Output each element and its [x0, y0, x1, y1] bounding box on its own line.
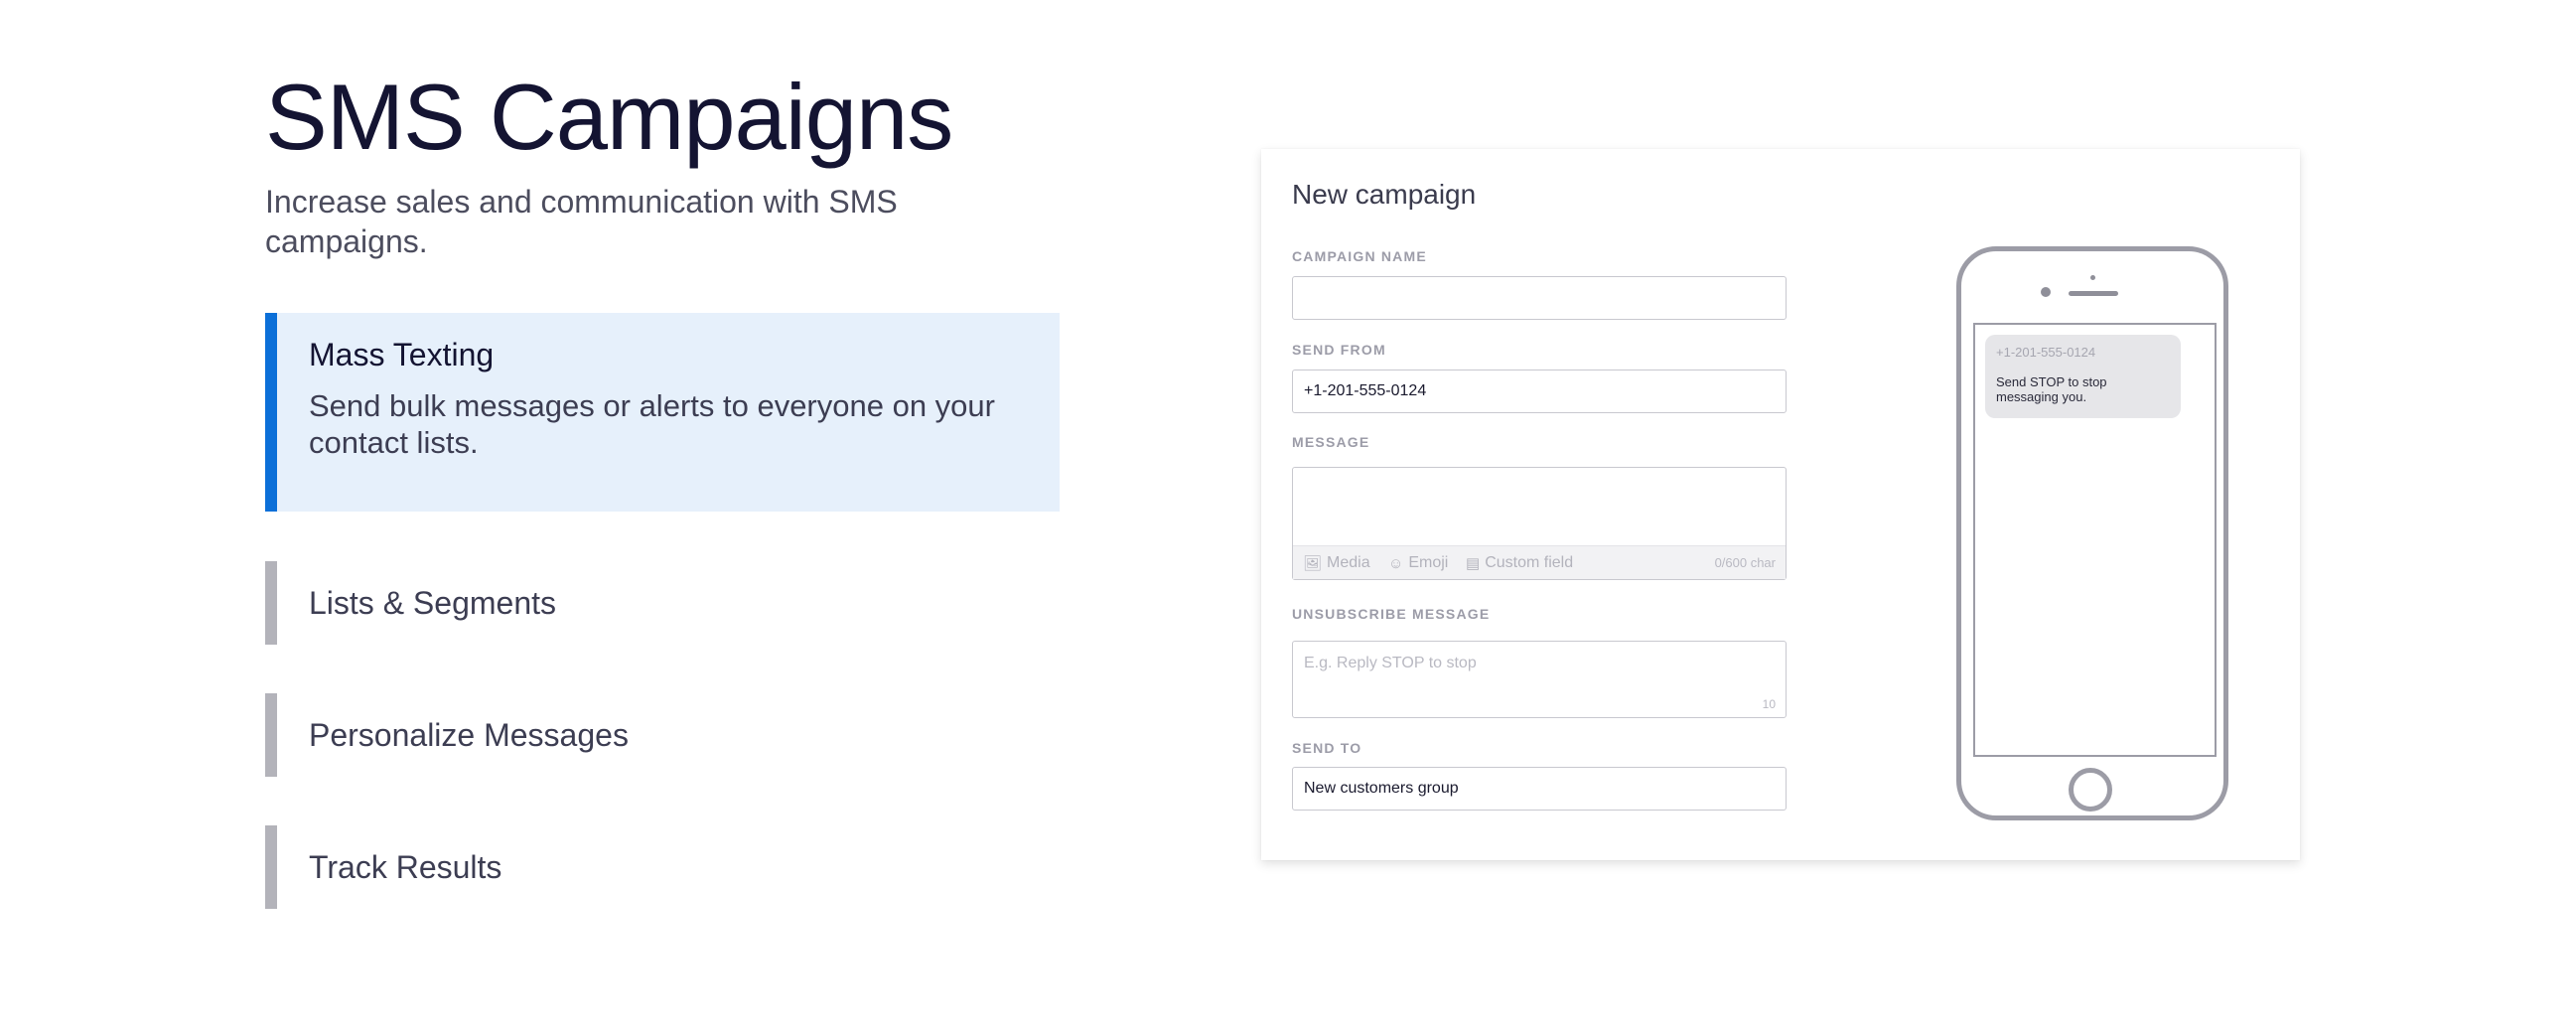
media-label: Media [1327, 554, 1370, 571]
send-to-select[interactable]: New customers group [1292, 767, 1787, 811]
custom-field-icon: ▤ [1466, 555, 1481, 572]
emoji-button[interactable]: ☺ Emoji [1388, 554, 1448, 572]
sms-text: Send STOP to stop messaging you. [1996, 374, 2107, 404]
hero-section: SMS Campaigns Increase sales and communi… [265, 66, 1060, 261]
message-textarea[interactable]: 🖼︎ Media ☺ Emoji ▤ Custom field 0/600 ch… [1292, 467, 1787, 580]
phone-home-button [2069, 768, 2112, 812]
unsubscribe-char-count: 10 [1762, 697, 1776, 711]
card-title: New campaign [1292, 179, 1477, 210]
message-toolbar: 🖼︎ Media ☺ Emoji ▤ Custom field 0/600 ch… [1293, 545, 1786, 579]
indicator-bar [265, 561, 277, 645]
campaign-name-label: CAMPAIGN NAME [1292, 248, 1427, 264]
message-label: MESSAGE [1292, 434, 1370, 450]
send-from-value: +1-201-555-0124 [1304, 382, 1427, 399]
phone-sensor [2090, 275, 2095, 280]
feature-title: Lists & Segments [309, 585, 556, 621]
phone-speaker [2069, 291, 2118, 296]
indicator-bar [265, 693, 277, 777]
page-title: SMS Campaigns [265, 65, 953, 169]
indicator-bar [265, 825, 277, 909]
custom-field-button[interactable]: ▤ Custom field [1466, 554, 1573, 572]
phone-screen: +1-201-555-0124 Send STOP to stop messag… [1973, 323, 2217, 757]
campaign-name-input[interactable] [1292, 276, 1787, 320]
media-icon: 🖼︎ [1303, 555, 1323, 572]
feature-title: Mass Texting [309, 337, 495, 372]
page-subtitle: Increase sales and communication with SM… [265, 184, 898, 260]
active-indicator-bar [265, 313, 277, 512]
feature-item-personalize-messages[interactable]: Personalize Messages [265, 693, 1060, 777]
feature-item-mass-texting[interactable]: Mass Texting Send bulk messages or alert… [265, 313, 1060, 512]
phone-preview: +1-201-555-0124 Send STOP to stop messag… [1956, 246, 2228, 820]
feature-title: Track Results [309, 849, 502, 885]
custom-field-label: Custom field [1485, 554, 1574, 571]
feature-item-lists-segments[interactable]: Lists & Segments [265, 561, 1060, 645]
feature-item-track-results[interactable]: Track Results [265, 825, 1060, 909]
send-from-input[interactable]: +1-201-555-0124 [1292, 370, 1787, 413]
sms-sender: +1-201-555-0124 [1996, 345, 2096, 360]
feature-description: Send bulk messages or alerts to everyone… [309, 388, 995, 461]
unsubscribe-label: UNSUBSCRIBE MESSAGE [1292, 606, 1491, 622]
send-to-value: New customers group [1304, 780, 1459, 797]
emoji-label: Emoji [1408, 554, 1449, 571]
phone-camera [2041, 287, 2051, 297]
sms-bubble: +1-201-555-0124 Send STOP to stop messag… [1985, 335, 2181, 418]
message-char-count: 0/600 char [1714, 555, 1776, 570]
unsubscribe-textarea[interactable]: E.g. Reply STOP to stop 10 [1292, 641, 1787, 718]
media-button[interactable]: 🖼︎ Media [1303, 554, 1370, 572]
new-campaign-card: New campaign CAMPAIGN NAME SEND FROM +1-… [1261, 149, 2300, 860]
feature-title: Personalize Messages [309, 717, 629, 753]
send-to-label: SEND TO [1292, 740, 1362, 756]
emoji-icon: ☺ [1388, 554, 1404, 572]
unsubscribe-placeholder: E.g. Reply STOP to stop [1304, 655, 1477, 671]
send-from-label: SEND FROM [1292, 342, 1386, 358]
